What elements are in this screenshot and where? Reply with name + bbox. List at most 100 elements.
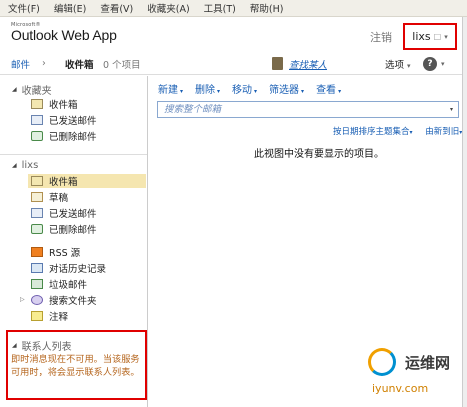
toolbar-label: 查看 (316, 85, 337, 96)
folder-label: 收件箱 (49, 100, 78, 111)
user-menu-button[interactable]: lixs □ ▾ (403, 23, 457, 50)
search-box: ▾ (157, 101, 459, 118)
chevron-down-icon: ▾ (409, 129, 413, 136)
folder-junk[interactable]: 垃圾邮件 (31, 277, 87, 291)
move-button[interactable]: 移动 ▾ (232, 81, 257, 96)
folder-label: 草稿 (49, 193, 69, 204)
outlook-logo: Microsoft® Outlook Web App (11, 23, 117, 43)
contact-list-title: 联系人列表 (21, 342, 72, 353)
favorite-inbox[interactable]: 收件箱 (31, 97, 78, 111)
menu-file[interactable]: 文件(F) (8, 1, 40, 15)
favorite-sent[interactable]: 已发送邮件 (31, 113, 97, 127)
favorites-header[interactable]: ◢ 收藏夹 (12, 82, 52, 97)
folder-inbox[interactable]: 收件箱 (28, 174, 146, 188)
menu-view[interactable]: 查看(V) (100, 1, 133, 15)
menu-help[interactable]: 帮助(H) (250, 1, 284, 15)
help-chevron-icon[interactable]: ▾ (441, 60, 445, 68)
search-input[interactable] (158, 102, 438, 117)
rss-icon (31, 247, 43, 257)
collapse-icon: ◢ (12, 86, 17, 93)
mailbox-header[interactable]: ◢ lixs (12, 160, 38, 171)
logo-text: Outlook Web App (11, 27, 117, 43)
folder-label: 对话历史记录 (49, 264, 107, 275)
folder-icon (31, 263, 43, 273)
delete-button[interactable]: 删除 ▾ (195, 81, 220, 96)
folder-label: 注释 (49, 312, 69, 323)
address-book-icon[interactable] (272, 57, 283, 70)
search-folder-icon (31, 295, 43, 305)
folder-label: 已发送邮件 (49, 116, 97, 127)
notes-icon (31, 311, 43, 321)
menu-tools[interactable]: 工具(T) (204, 1, 236, 15)
folder-rss[interactable]: RSS 源 (31, 245, 80, 259)
folder-sent[interactable]: 已发送邮件 (31, 206, 97, 220)
breadcrumb-bar: 邮件 › 收件箱 0 个项目 查找某人 选项 ▾ ? ▾ (0, 53, 462, 75)
chevron-down-icon: ▾ (444, 32, 448, 41)
contact-list-header[interactable]: ◢ 联系人列表 (12, 338, 72, 353)
breadcrumb-separator-icon: › (42, 58, 46, 69)
folder-label: 收件箱 (49, 177, 78, 188)
sort-bar: 按日期排序主题集合▾ 由新到旧▾ (333, 125, 462, 137)
presence-icon: □ (433, 32, 442, 41)
folder-deleted[interactable]: 已删除邮件 (31, 222, 97, 236)
chevron-down-icon: ▾ (338, 88, 342, 95)
new-button[interactable]: 新建 ▾ (158, 81, 183, 96)
toolbar-label: 删除 (195, 85, 216, 96)
toolbar-label: 筛选器 (269, 85, 300, 96)
breadcrumb-mail[interactable]: 邮件 (11, 57, 30, 71)
favorites-title: 收藏夹 (21, 86, 52, 97)
folder-conversation-history[interactable]: 对话历史记录 (31, 261, 106, 275)
inbox-icon (31, 99, 43, 109)
divider (0, 154, 147, 155)
folder-label: 已删除邮件 (49, 132, 97, 143)
watermark-title: 运维网 (405, 354, 451, 372)
recycle-icon (31, 131, 43, 141)
sent-items-icon (31, 208, 43, 218)
chevron-down-icon: ▾ (180, 88, 184, 95)
view-button[interactable]: 查看 ▾ (316, 81, 341, 96)
im-unavailable-message: 即时消息现在不可用。当该服务可用时，将会显示联系人列表。 (11, 354, 140, 378)
find-someone-link[interactable]: 查找某人 (289, 57, 327, 71)
navigation-pane: ◢ 收藏夹 收件箱 已发送邮件 已删除邮件 ◢ lixs 收件箱 草稿 已发送邮… (0, 76, 148, 407)
favorite-deleted[interactable]: 已删除邮件 (31, 129, 97, 143)
menu-favorites[interactable]: 收藏夹(A) (147, 1, 189, 15)
options-menu[interactable]: 选项 ▾ (385, 57, 411, 71)
user-name: lixs (412, 30, 431, 43)
folder-label: RSS 源 (49, 248, 81, 259)
watermark-url: iyunv.com (372, 382, 429, 395)
empty-view-message: 此视图中没有要显示的项目。 (254, 149, 384, 160)
toolbar-label: 移动 (232, 85, 253, 96)
folder-label: 垃圾邮件 (49, 280, 88, 291)
scrollbar[interactable] (462, 17, 467, 407)
folder-search-folders[interactable]: 搜索文件夹 (31, 293, 97, 307)
recycle-icon (31, 224, 43, 234)
folder-label: 已发送邮件 (49, 209, 97, 220)
sort-order-label: 由新到旧 (425, 127, 460, 137)
folder-notes[interactable]: 注释 (31, 309, 68, 323)
site-watermark: 运维网 iyunv.com (350, 340, 460, 400)
help-icon[interactable]: ? (423, 57, 437, 71)
browser-menubar: 文件(F) 编辑(E) 查看(V) 收藏夹(A) 工具(T) 帮助(H) (0, 0, 467, 17)
expand-arrow-icon[interactable]: ▷ (20, 296, 25, 303)
folder-label: 搜索文件夹 (49, 296, 97, 307)
folder-drafts[interactable]: 草稿 (31, 190, 68, 204)
filter-button[interactable]: 筛选器 ▾ (269, 81, 304, 96)
sort-order-dropdown[interactable]: 由新到旧▾ (425, 127, 462, 137)
menu-edit[interactable]: 编辑(E) (54, 1, 86, 15)
signout-link[interactable]: 注销 (370, 29, 392, 45)
sort-by-dropdown[interactable]: 按日期排序主题集合▾ (333, 127, 413, 137)
junk-mail-icon (31, 279, 43, 289)
options-chevron-icon: ▾ (407, 61, 411, 70)
item-count: 0 个项目 (103, 59, 141, 71)
toolbar-label: 新建 (158, 85, 178, 96)
search-scope-dropdown-icon[interactable]: ▾ (450, 106, 453, 113)
app-header: Microsoft® Outlook Web App 注销 lixs □ ▾ (0, 17, 462, 53)
mailbox-title: lixs (21, 160, 39, 171)
message-toolbar: 新建 ▾ 删除 ▾ 移动 ▾ 筛选器 ▾ 查看 ▾ (158, 81, 353, 96)
watermark-logo-icon (368, 348, 396, 376)
inbox-icon (31, 176, 43, 186)
folder-label: 已删除邮件 (49, 225, 97, 236)
drafts-icon (31, 192, 43, 202)
chevron-down-icon: ▾ (254, 88, 258, 95)
contact-list-panel: ◢ 联系人列表 即时消息现在不可用。当该服务可用时，将会显示联系人列表。 (6, 330, 147, 400)
